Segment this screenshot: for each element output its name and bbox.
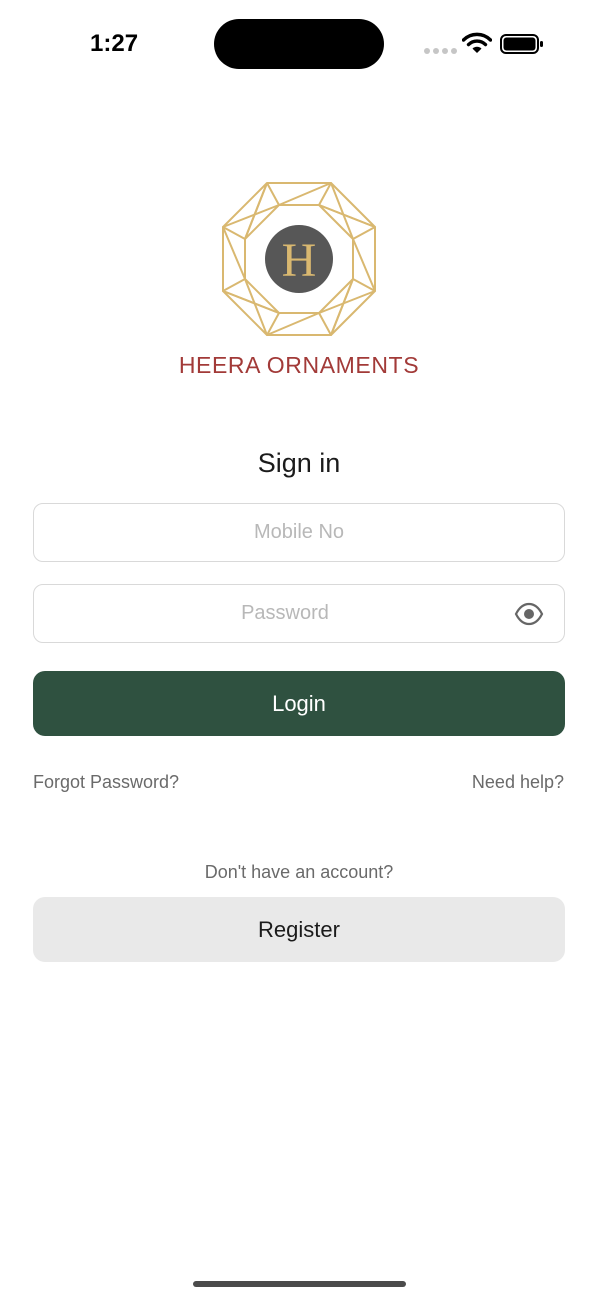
brand-logo: H bbox=[222, 182, 376, 336]
eye-icon[interactable] bbox=[514, 601, 544, 627]
dynamic-island bbox=[214, 19, 384, 69]
wifi-icon bbox=[462, 32, 492, 53]
battery-icon bbox=[500, 34, 543, 54]
status-bar: 1:27 bbox=[0, 0, 598, 90]
no-account-text: Don't have an account? bbox=[204, 862, 394, 882]
signal-icon bbox=[424, 48, 457, 54]
mobile-input[interactable] bbox=[34, 504, 564, 561]
mobile-field bbox=[33, 503, 565, 562]
need-help-link[interactable]: Need help? bbox=[472, 772, 564, 793]
password-field bbox=[33, 584, 565, 643]
login-button[interactable]: Login bbox=[33, 671, 565, 736]
status-time: 1:27 bbox=[90, 30, 139, 57]
password-input[interactable] bbox=[34, 585, 564, 642]
brand-name: HEERA ORNAMENTS bbox=[178, 352, 420, 378]
home-indicator[interactable] bbox=[193, 1281, 406, 1287]
sign-in-screen: 1:27 H HEERA ORNAMENTS Sign in Mobile No… bbox=[0, 0, 598, 1300]
forgot-password-link[interactable]: Forgot Password? bbox=[33, 772, 179, 793]
page-title: Sign in bbox=[257, 448, 341, 478]
register-button[interactable]: Register bbox=[33, 897, 565, 962]
logo-letter: H bbox=[282, 234, 317, 287]
